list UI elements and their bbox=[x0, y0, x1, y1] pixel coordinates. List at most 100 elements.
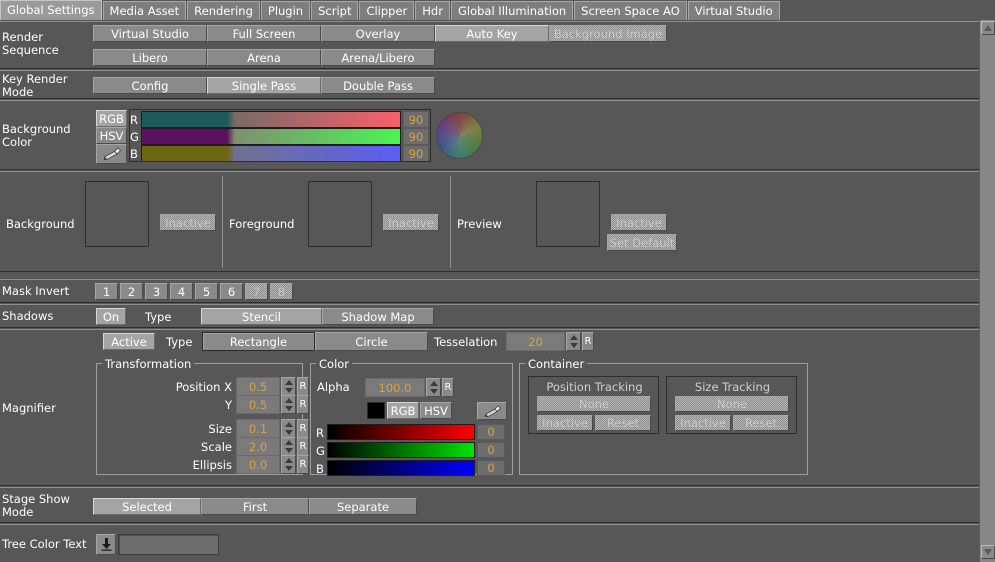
magnifier-color-mode-hsv[interactable]: HSV bbox=[420, 402, 452, 419]
magnifier-channel-value-b[interactable]: 0 bbox=[477, 460, 505, 476]
magnifier-shape-circle[interactable]: Circle bbox=[315, 332, 428, 351]
tab-global-settings[interactable]: Global Settings bbox=[0, 0, 102, 20]
magnifier-color-swatch[interactable] bbox=[367, 402, 385, 419]
tree-color-text-load-button[interactable] bbox=[96, 534, 116, 555]
transformation-spinner-scale[interactable] bbox=[281, 437, 296, 456]
tab-script[interactable]: Script bbox=[311, 1, 359, 20]
magnifier-channel-label-b: B bbox=[316, 462, 324, 476]
background-channel-label-g: G bbox=[130, 130, 139, 144]
shadow-type-stencil[interactable]: Stencil bbox=[201, 308, 322, 325]
tab-virtual-studio[interactable]: Virtual Studio bbox=[687, 1, 780, 20]
transformation-field-size[interactable]: 0.1 bbox=[236, 419, 280, 438]
mask-invert-1[interactable]: 1 bbox=[95, 283, 118, 300]
shadows-on-toggle[interactable]: On bbox=[96, 308, 126, 325]
scroll-up-button[interactable] bbox=[981, 21, 995, 35]
tree-color-text-section: Tree Color Text bbox=[0, 524, 979, 562]
preview-thumbnail-background[interactable] bbox=[85, 181, 149, 247]
tab-hdr[interactable]: Hdr bbox=[415, 1, 450, 20]
tab-media-asset[interactable]: Media Asset bbox=[102, 1, 187, 20]
transformation-label-y: Y bbox=[224, 398, 232, 412]
size-tracking-title: Size Tracking bbox=[694, 380, 771, 394]
color-wheel[interactable] bbox=[436, 112, 483, 159]
magnifier-channel-slider-g[interactable] bbox=[327, 442, 475, 458]
spinner-up-icon bbox=[284, 421, 293, 427]
transformation-reset-y[interactable]: R bbox=[297, 395, 309, 414]
magnifier-channel-value-g[interactable]: 0 bbox=[477, 442, 505, 458]
background-channel-slider-g[interactable] bbox=[141, 128, 401, 145]
render-sequence-section: Render Sequence Virtual Studio Full Scree… bbox=[0, 21, 979, 69]
transformation-field-position-x[interactable]: 0.5 bbox=[236, 377, 280, 396]
stage-show-mode-section: Stage Show Mode Selected First Separate bbox=[0, 487, 979, 523]
alpha-field[interactable]: 100.0 bbox=[365, 378, 425, 397]
stage-show-mode-selected[interactable]: Selected bbox=[93, 498, 201, 515]
transformation-reset-position-x[interactable]: R bbox=[297, 377, 309, 396]
render-sequence-arena-libero[interactable]: Arena/Libero bbox=[321, 49, 435, 66]
mask-invert-3[interactable]: 3 bbox=[145, 283, 168, 300]
mask-invert-2[interactable]: 2 bbox=[120, 283, 143, 300]
render-sequence-virtual-studio[interactable]: Virtual Studio bbox=[93, 25, 207, 42]
tab-plugin[interactable]: Plugin bbox=[260, 1, 311, 20]
tree-color-text-label: Tree Color Text bbox=[2, 537, 87, 551]
spinner-down-icon bbox=[569, 343, 578, 349]
tesselation-reset-button[interactable]: R bbox=[582, 332, 594, 351]
transformation-spinner-ellipsis[interactable] bbox=[281, 455, 296, 474]
magnifier-channel-slider-b[interactable] bbox=[327, 460, 475, 476]
transformation-field-ellipsis[interactable]: 0.0 bbox=[236, 455, 280, 474]
mask-invert-4[interactable]: 4 bbox=[170, 283, 193, 300]
key-render-mode-single-pass[interactable]: Single Pass bbox=[207, 77, 321, 94]
transformation-spinner-position-x[interactable] bbox=[281, 377, 296, 396]
tesselation-field[interactable]: 20 bbox=[506, 332, 565, 351]
tab-rendering[interactable]: Rendering bbox=[187, 1, 260, 20]
transformation-field-y[interactable]: 0.5 bbox=[236, 395, 280, 414]
key-render-mode-config[interactable]: Config bbox=[93, 77, 207, 94]
background-color-mode-hsv[interactable]: HSV bbox=[96, 127, 127, 144]
tab-global-illumination[interactable]: Global Illumination bbox=[450, 1, 574, 20]
spinner-up-icon bbox=[569, 334, 578, 340]
transformation-reset-scale[interactable]: R bbox=[297, 437, 309, 456]
preview-thumbnail-foreground[interactable] bbox=[308, 181, 372, 247]
render-sequence-libero[interactable]: Libero bbox=[93, 49, 207, 66]
container-group: Container Position Tracking None Inactive R… bbox=[519, 357, 808, 475]
virtual-studio-settings-window: Global Settings Media Asset Rendering Plugi… bbox=[0, 0, 995, 562]
magnifier-shape-rectangle[interactable]: Rectangle bbox=[202, 332, 315, 351]
tab-screen-space-ao[interactable]: Screen Space AO bbox=[574, 1, 687, 20]
transformation-field-scale[interactable]: 2.0 bbox=[236, 437, 280, 456]
tab-clipper[interactable]: Clipper bbox=[359, 1, 415, 20]
stage-show-mode-separate[interactable]: Separate bbox=[309, 498, 417, 515]
mask-invert-5[interactable]: 5 bbox=[195, 283, 218, 300]
background-channel-value-g[interactable]: 90 bbox=[403, 128, 429, 145]
alpha-spinner[interactable] bbox=[426, 378, 441, 397]
background-color-mode-rgb[interactable]: RGB bbox=[96, 110, 127, 127]
eyedropper-icon[interactable] bbox=[477, 402, 507, 420]
render-sequence-overlay[interactable]: Overlay bbox=[321, 25, 435, 42]
background-channel-slider-r[interactable] bbox=[141, 111, 401, 128]
render-sequence-arena[interactable]: Arena bbox=[207, 49, 321, 66]
spinner-up-icon bbox=[284, 379, 293, 385]
alpha-reset-button[interactable]: R bbox=[442, 378, 454, 397]
mask-invert-6[interactable]: 6 bbox=[220, 283, 243, 300]
tesselation-spinner[interactable] bbox=[566, 332, 581, 351]
render-sequence-auto-key[interactable]: Auto Key bbox=[435, 25, 549, 42]
magnifier-channel-slider-r[interactable] bbox=[327, 424, 475, 440]
background-channel-slider-b[interactable] bbox=[141, 145, 401, 162]
transformation-spinner-size[interactable] bbox=[281, 419, 296, 438]
scroll-down-button[interactable] bbox=[981, 545, 995, 559]
key-render-mode-double-pass[interactable]: Double Pass bbox=[321, 77, 435, 94]
magnifier-color-mode-rgb[interactable]: RGB bbox=[387, 402, 419, 419]
render-sequence-full-screen[interactable]: Full Screen bbox=[207, 25, 321, 42]
tree-color-text-input[interactable] bbox=[118, 534, 219, 555]
vertical-scrollbar[interactable] bbox=[979, 20, 995, 562]
magnifier-channel-value-r[interactable]: 0 bbox=[477, 424, 505, 440]
eyedropper-icon[interactable] bbox=[96, 144, 127, 164]
background-channel-value-b[interactable]: 90 bbox=[403, 145, 429, 162]
stage-show-mode-first[interactable]: First bbox=[201, 498, 309, 515]
transformation-legend: Transformation bbox=[102, 357, 195, 371]
preview-thumbnail-preview[interactable] bbox=[536, 181, 600, 247]
background-channel-value-r[interactable]: 90 bbox=[403, 111, 429, 128]
transformation-reset-ellipsis[interactable]: R bbox=[297, 455, 309, 474]
mask-invert-7: 7 bbox=[245, 283, 268, 300]
transformation-spinner-y[interactable] bbox=[281, 395, 296, 414]
transformation-reset-size[interactable]: R bbox=[297, 419, 309, 438]
magnifier-active-toggle[interactable]: Active bbox=[103, 333, 155, 350]
shadow-type-shadow-map[interactable]: Shadow Map bbox=[322, 308, 434, 325]
